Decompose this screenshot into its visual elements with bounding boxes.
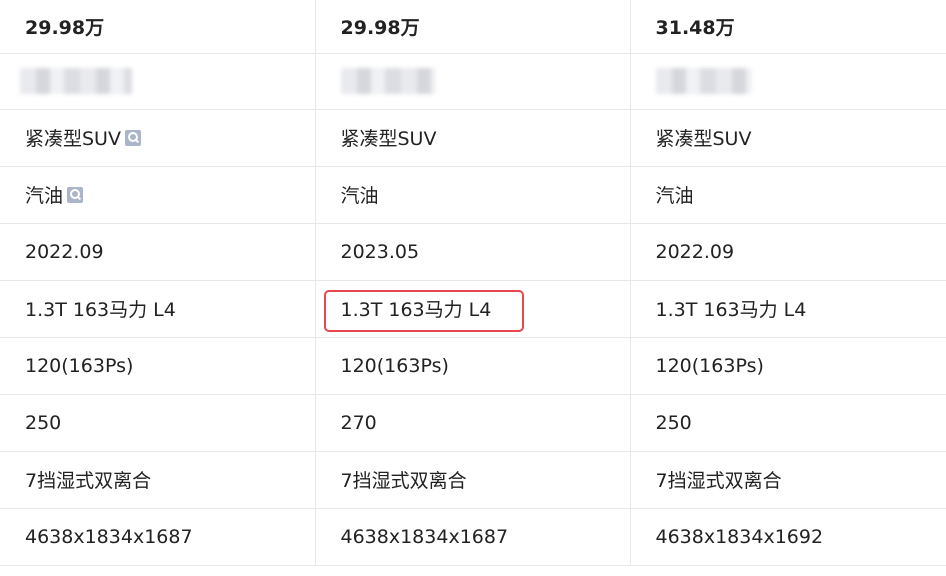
engine-value: 1.3T 163马力 L4 bbox=[655, 299, 807, 321]
dimensions-value: 4638x1834x1692 bbox=[655, 525, 824, 548]
fuel-value: 汽油 bbox=[340, 185, 379, 207]
dimensions-cell: 4638x1834x1687 bbox=[315, 508, 631, 566]
engine-cell: 1.3T 163马力 L4 bbox=[630, 280, 946, 338]
torque-row: 250 270 250 bbox=[0, 394, 946, 452]
launch-date-row: 2022.09 2023.05 2022.09 bbox=[0, 223, 946, 281]
launch-date-value: 2022.09 bbox=[25, 240, 104, 263]
launch-date-value: 2022.09 bbox=[655, 240, 735, 263]
dimensions-value: 4638x1834x1687 bbox=[340, 525, 509, 548]
torque-value: 250 bbox=[25, 411, 62, 434]
dimensions-cell: 4638x1834x1692 bbox=[630, 508, 946, 566]
class-cell: 紧凑型SUV bbox=[0, 109, 316, 167]
class-value: 紧凑型SUV bbox=[655, 128, 752, 150]
search-icon[interactable] bbox=[67, 187, 84, 203]
engine-value: 1.3T 163马力 L4 bbox=[25, 299, 176, 321]
blurred-cell bbox=[630, 53, 946, 110]
fuel-cell: 汽油 bbox=[315, 166, 631, 224]
blurred-cell bbox=[315, 53, 631, 110]
dimensions-cell: 4638x1834x1687 bbox=[0, 508, 316, 566]
redacted-text bbox=[340, 68, 436, 94]
price-cell: 29.98万 bbox=[315, 0, 631, 54]
launch-date-cell: 2023.05 bbox=[315, 223, 631, 281]
power-value: 120(163Ps) bbox=[655, 354, 764, 377]
price-cell: 29.98万 bbox=[0, 0, 316, 54]
class-cell: 紧凑型SUV bbox=[630, 109, 946, 167]
fuel-cell: 汽油 bbox=[630, 166, 946, 224]
class-value: 紧凑型SUV bbox=[25, 128, 121, 150]
torque-value: 270 bbox=[340, 411, 377, 434]
transmission-value: 7挡湿式双离合 bbox=[655, 470, 782, 492]
engine-value: 1.3T 163马力 L4 bbox=[340, 299, 492, 321]
power-value: 120(163Ps) bbox=[25, 354, 134, 377]
power-value: 120(163Ps) bbox=[340, 354, 449, 377]
transmission-row: 7挡湿式双离合 7挡湿式双离合 7挡湿式双离合 bbox=[0, 451, 946, 509]
price-value: 29.98万 bbox=[340, 16, 420, 39]
spec-comparison-table: 29.98万 29.98万 31.48万 紧凑型SUV 紧凑型SUV 紧凑型SU… bbox=[0, 0, 946, 566]
torque-value: 250 bbox=[655, 411, 692, 434]
blurred-cell bbox=[0, 53, 316, 110]
fuel-cell: 汽油 bbox=[0, 166, 316, 224]
class-cell: 紧凑型SUV bbox=[315, 109, 631, 167]
fuel-value: 汽油 bbox=[655, 185, 694, 207]
engine-cell: 1.3T 163马力 L4 bbox=[315, 280, 631, 338]
price-value: 31.48万 bbox=[655, 16, 735, 39]
engine-row: 1.3T 163马力 L4 1.3T 163马力 L4 1.3T 163马力 L… bbox=[0, 280, 946, 338]
blurred-row bbox=[0, 53, 946, 110]
torque-cell: 250 bbox=[0, 394, 316, 452]
transmission-value: 7挡湿式双离合 bbox=[340, 470, 467, 492]
transmission-value: 7挡湿式双离合 bbox=[25, 470, 152, 492]
launch-date-cell: 2022.09 bbox=[630, 223, 946, 281]
class-row: 紧凑型SUV 紧凑型SUV 紧凑型SUV bbox=[0, 109, 946, 167]
transmission-cell: 7挡湿式双离合 bbox=[0, 451, 316, 509]
transmission-cell: 7挡湿式双离合 bbox=[630, 451, 946, 509]
dimensions-row: 4638x1834x1687 4638x1834x1687 4638x1834x… bbox=[0, 508, 946, 566]
engine-cell: 1.3T 163马力 L4 bbox=[0, 280, 316, 338]
power-cell: 120(163Ps) bbox=[630, 337, 946, 395]
fuel-value: 汽油 bbox=[25, 185, 64, 207]
search-icon[interactable] bbox=[124, 130, 141, 146]
launch-date-cell: 2022.09 bbox=[0, 223, 316, 281]
class-value: 紧凑型SUV bbox=[340, 128, 437, 150]
price-value: 29.98万 bbox=[25, 16, 105, 39]
transmission-cell: 7挡湿式双离合 bbox=[315, 451, 631, 509]
dimensions-value: 4638x1834x1687 bbox=[25, 525, 193, 548]
price-cell: 31.48万 bbox=[630, 0, 946, 54]
power-cell: 120(163Ps) bbox=[0, 337, 316, 395]
power-cell: 120(163Ps) bbox=[315, 337, 631, 395]
fuel-row: 汽油 汽油 汽油 bbox=[0, 166, 946, 224]
torque-cell: 250 bbox=[630, 394, 946, 452]
redacted-text bbox=[655, 68, 752, 94]
price-row: 29.98万 29.98万 31.48万 bbox=[0, 0, 946, 54]
power-row: 120(163Ps) 120(163Ps) 120(163Ps) bbox=[0, 337, 946, 395]
redacted-text bbox=[20, 68, 132, 94]
launch-date-value: 2023.05 bbox=[340, 240, 420, 263]
torque-cell: 270 bbox=[315, 394, 631, 452]
